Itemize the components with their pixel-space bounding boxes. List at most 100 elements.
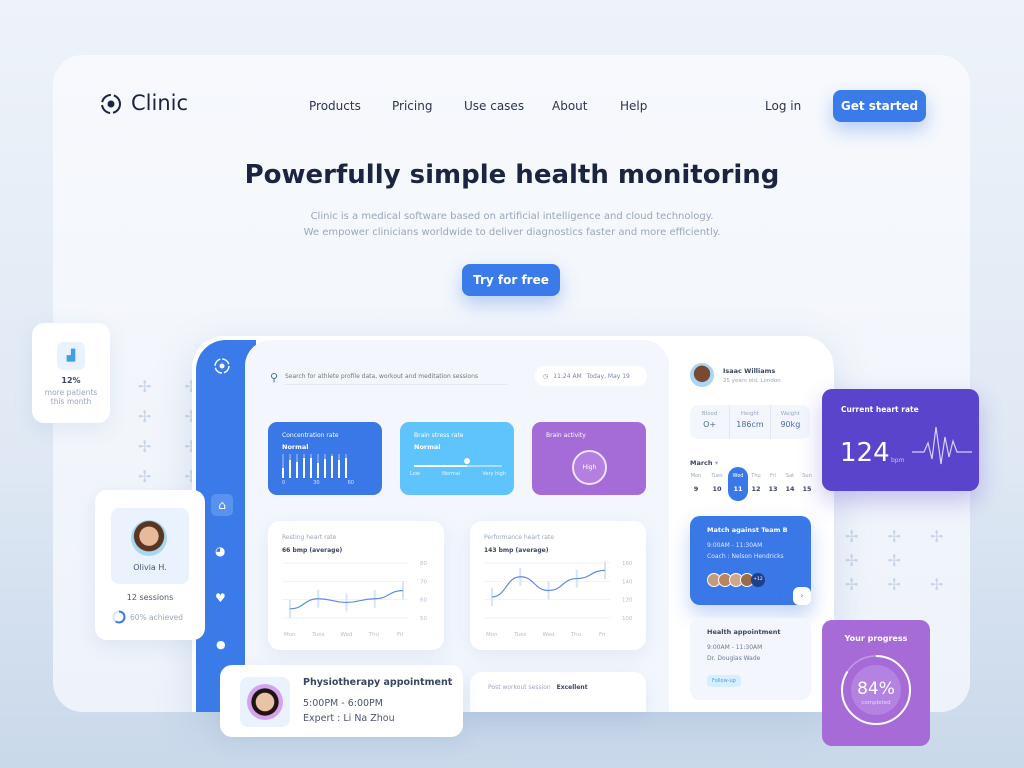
bar — [282, 454, 284, 478]
nav-help[interactable]: Help — [620, 99, 647, 113]
try-free-button[interactable]: Try for free — [462, 264, 560, 296]
vital-value: O+ — [703, 420, 717, 429]
day-name: Wed — [732, 473, 744, 479]
user-icon[interactable]: ● — [216, 638, 226, 651]
bar — [310, 454, 312, 478]
day-name: Fri — [770, 473, 776, 479]
bar — [324, 454, 326, 478]
vital-blood: Blood O+ — [690, 405, 729, 439]
follow-up-tag[interactable]: Follow-up — [707, 675, 741, 687]
nav-products[interactable]: Products — [309, 99, 361, 113]
card-status: Normal — [414, 443, 441, 451]
calendar-day[interactable]: Wed 11 — [728, 467, 748, 501]
day-number: 10 — [712, 485, 722, 493]
day-number: 11 — [733, 485, 743, 493]
performance-chart: 160 140 120 100 Mon Tues Wed Thu Fri — [484, 561, 633, 638]
vital-height: Height 186cm — [729, 405, 769, 439]
bar-chart-icon: ▟ — [57, 342, 85, 370]
x-tick-label: Mon — [284, 632, 296, 638]
home-icon[interactable]: ⌂ — [211, 494, 233, 516]
brand-name[interactable]: Clinic — [131, 91, 188, 115]
y-tick-label: 120 — [622, 598, 633, 604]
y-tick-label: 140 — [622, 579, 633, 585]
decor-pattern-right: ✢ ✢ ✢ ✢ ✢ ✢ ✢ ✢ — [845, 527, 956, 594]
day-number: 14 — [785, 485, 795, 493]
nav-pricing[interactable]: Pricing — [392, 99, 432, 113]
x-tick-label: Mon — [486, 632, 498, 638]
y-tick-label: 80 — [420, 561, 427, 567]
tick: 60 — [347, 480, 354, 486]
brain-activity-card[interactable]: Brain activity High — [532, 422, 646, 495]
concentration-card[interactable]: Concentration rate Normal 0 30 60 — [268, 422, 382, 495]
calendar-day[interactable]: Sat 14 — [782, 467, 798, 501]
nav-use-cases[interactable]: Use cases — [464, 99, 524, 113]
post-workout-card: Post workout session Excellent — [470, 672, 646, 712]
value: Excellent — [556, 684, 588, 691]
brain-stress-card[interactable]: Brain stress rate Normal Low Normal Very h… — [400, 422, 514, 495]
clinic-logo-icon — [99, 92, 123, 116]
chevron-down-icon: ▾ — [714, 459, 719, 467]
calendar-day[interactable]: Thu 12 — [748, 467, 764, 501]
y-tick-label: 100 — [622, 616, 633, 622]
bar — [296, 454, 298, 478]
chevron-right-icon[interactable]: › — [793, 587, 811, 605]
vital-value: 186cm — [736, 420, 764, 429]
login-link[interactable]: Log in — [765, 99, 801, 113]
bar — [317, 454, 319, 478]
search-input[interactable] — [285, 368, 507, 385]
physio-appointment-card[interactable]: Physiotherapy appointment 5:00PM - 6:00P… — [220, 665, 463, 737]
y-tick-label: 70 — [420, 579, 427, 585]
profile-info: 25 years old, London — [723, 378, 781, 384]
vital-weight: Weight 90kg — [769, 405, 810, 439]
hero-subtitle-2: We empower clinicians worldwide to deliv… — [303, 227, 721, 238]
day-name: Thu — [751, 473, 761, 479]
bar — [345, 454, 347, 478]
team-avatars: +12 — [707, 573, 794, 587]
progress-ring — [112, 610, 126, 624]
progress-label: completed — [861, 700, 891, 706]
label: Normal — [442, 471, 461, 477]
patient-name: Olivia H. — [133, 563, 167, 572]
avatar[interactable] — [690, 363, 714, 387]
bar — [338, 454, 340, 478]
calendar-day[interactable]: Fri 13 — [765, 467, 781, 501]
x-tick-label: Thu — [570, 632, 581, 638]
heart-icon[interactable]: ♥ — [215, 591, 226, 605]
nav-about[interactable]: About — [552, 99, 587, 113]
physio-expert: Expert : Li Na Zhou — [303, 713, 395, 724]
physio-time: 5:00PM - 6:00PM — [303, 698, 383, 709]
stat-line2: this month — [50, 397, 92, 406]
calendar-day[interactable]: Sun 15 — [799, 467, 815, 501]
month-select[interactable]: March ▾ — [690, 459, 718, 467]
get-started-button[interactable]: Get started — [833, 90, 926, 122]
datetime-pill: ◷ 11:24 AM Today, May 19 — [535, 366, 647, 386]
calendar-day[interactable]: Tues 10 — [707, 467, 727, 501]
time-text: 11:24 AM — [553, 372, 582, 380]
pie-chart-icon[interactable]: ◕ — [215, 544, 225, 558]
sidebar-logo-icon — [213, 357, 231, 375]
bar — [289, 454, 291, 478]
match-coach: Coach : Nelson Hendricks — [707, 553, 784, 560]
card-status: Normal — [282, 443, 309, 451]
achieved-text: 60% achieved — [130, 612, 184, 622]
stress-slider — [414, 458, 502, 467]
current-heart-rate-card: Current heart rate 124 bpm — [822, 389, 979, 491]
bar — [303, 454, 305, 478]
vital-label: Height — [740, 411, 760, 417]
card-title: Concentration rate — [282, 432, 339, 439]
day-number: 12 — [751, 485, 761, 493]
calendar-day[interactable]: Mon 9 — [686, 467, 706, 501]
x-tick-label: Fri — [599, 632, 606, 638]
x-tick-label: Fri — [397, 632, 404, 638]
y-tick-label: 160 — [622, 561, 633, 567]
avatar — [247, 684, 283, 720]
clock-icon: ◷ — [543, 372, 549, 380]
concentration-bars — [282, 454, 368, 478]
x-tick-label: Tues — [311, 632, 324, 638]
health-appointment-card[interactable]: Health appointment 9:00AM - 11:30AM Dr. … — [690, 618, 811, 700]
vital-label: Weight — [780, 411, 800, 417]
achieved-progress: 60% achieved — [112, 610, 183, 624]
profile-name: Isaac Williams — [723, 367, 776, 375]
heart-value: 124 — [840, 438, 890, 468]
patient-card[interactable]: Olivia H. 12 sessions 60% achieved — [95, 490, 205, 640]
